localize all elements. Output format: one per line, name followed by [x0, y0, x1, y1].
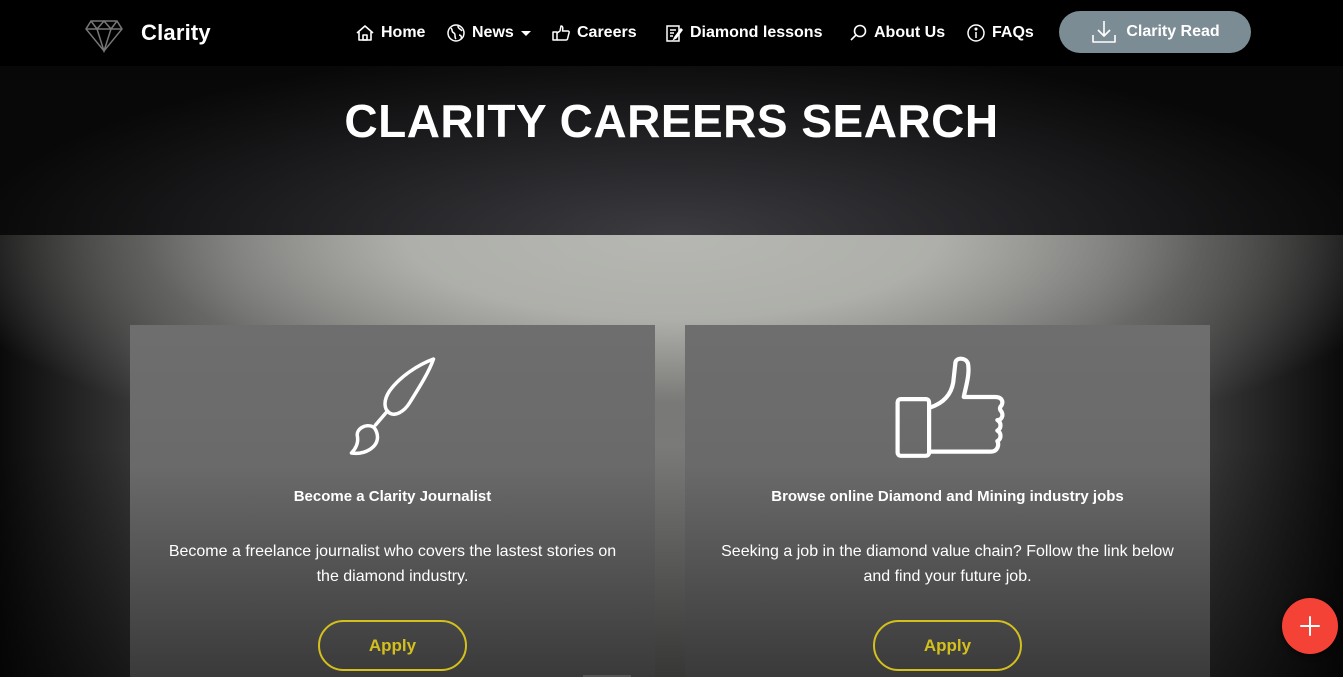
paintbrush-icon [349, 357, 436, 456]
nav-label-careers: Careers [577, 24, 637, 41]
apply-button-industry-jobs[interactable]: Apply [873, 620, 1022, 671]
card-journalist: Become a Clarity Journalist Become a fre… [130, 325, 655, 677]
apply-button-journalist[interactable]: Apply [318, 620, 467, 671]
nav-label-faqs: FAQs [992, 24, 1034, 41]
thumbs-up-icon [552, 25, 570, 41]
home-icon [356, 25, 374, 41]
nav-label-diamond-lessons: Diamond lessons [690, 24, 823, 41]
careers-section: Become a Clarity Journalist Become a fre… [0, 235, 1343, 677]
search-icon [850, 24, 867, 41]
floating-action-button[interactable] [1282, 598, 1338, 654]
brand-name: Clarity [141, 20, 211, 45]
diamond-icon [85, 19, 123, 53]
thumbs-up-icon [895, 356, 1004, 458]
card-icon-wrap [130, 355, 655, 460]
globe-icon [447, 24, 465, 42]
top-navbar: Clarity Home News Careers Diamond lesson… [0, 0, 1343, 66]
card-icon-wrap [685, 355, 1210, 460]
nav-label-home: Home [381, 24, 426, 41]
clarity-read-label: Clarity Read [1126, 23, 1220, 40]
chevron-down-icon [520, 30, 531, 36]
hero-banner: CLARITY CAREERS SEARCH [0, 66, 1343, 235]
edit-icon [666, 25, 683, 42]
nav-label-about-us: About Us [874, 24, 946, 41]
nav-item-news[interactable]: News [446, 20, 531, 46]
nav-item-faqs[interactable]: FAQs [966, 20, 1034, 46]
nav-item-about-us[interactable]: About Us [848, 20, 945, 46]
card-title: Browse online Diamond and Mining industr… [771, 488, 1124, 505]
download-icon [1092, 21, 1117, 43]
nav-item-home[interactable]: Home [355, 20, 425, 46]
card-industry-jobs: Browse online Diamond and Mining industr… [685, 325, 1210, 677]
card-description: Become a freelance journalist who covers… [168, 543, 617, 585]
brand[interactable]: Clarity [84, 12, 211, 54]
card-title: Become a Clarity Journalist [293, 488, 492, 505]
nav-item-careers[interactable]: Careers [551, 20, 637, 46]
plus-icon [1300, 616, 1320, 636]
card-description: Seeking a job in the diamond value chain… [721, 543, 1174, 585]
info-icon [967, 24, 985, 42]
clarity-read-button[interactable]: Clarity Read [1059, 11, 1251, 53]
nav-item-diamond-lessons[interactable]: Diamond lessons [664, 20, 822, 46]
page-title: CLARITY CAREERS SEARCH [344, 95, 999, 147]
nav-label-news: News [472, 24, 514, 41]
